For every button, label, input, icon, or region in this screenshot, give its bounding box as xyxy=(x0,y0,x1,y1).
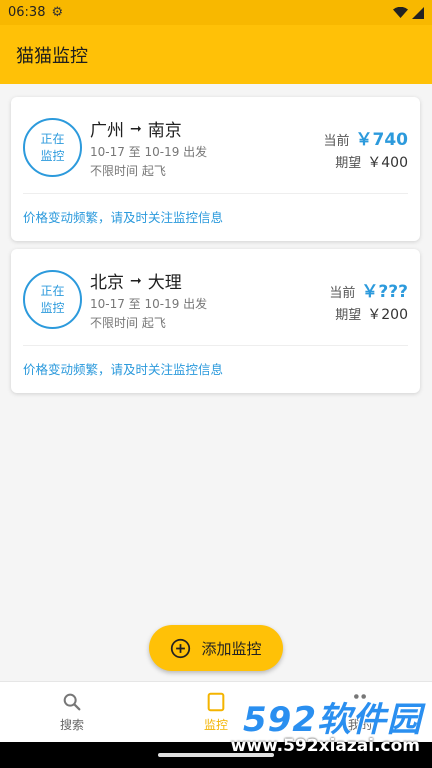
expected-price-label: 期望 xyxy=(335,156,362,171)
current-price-label: 当前 xyxy=(323,134,350,149)
wifi-icon xyxy=(393,6,408,18)
monitor-card[interactable]: 正在 监控 广州 ➞ 南京 10-17 至 10-19 出发 不限时间 起飞 当… xyxy=(11,97,420,241)
current-price: ￥740 xyxy=(355,130,409,150)
divider xyxy=(23,345,408,346)
current-price-row: 当前 ￥740 xyxy=(323,125,408,150)
status-indicators xyxy=(393,6,424,19)
app-title: 猫猫监控 xyxy=(16,45,88,67)
arrow-right-icon: ➞ xyxy=(130,272,142,289)
route: 北京 ➞ 大理 xyxy=(90,268,182,294)
route-from: 广州 xyxy=(90,121,124,141)
expected-price-row: 期望 ￥400 xyxy=(335,152,408,172)
date-range: 10-17 至 10-19 出发 xyxy=(90,145,208,159)
monitor-status-badge: 正在 监控 xyxy=(23,118,82,177)
nav-label-profile: 我的 xyxy=(347,718,372,732)
current-price-row: 当前 ￥??? xyxy=(329,277,408,302)
arrow-right-icon: ➞ xyxy=(130,120,142,137)
monitor-card[interactable]: 正在 监控 北京 ➞ 大理 10-17 至 10-19 出发 不限时间 起飞 当… xyxy=(11,249,420,393)
price-notice: 价格变动频繁，请及时关注监控信息 xyxy=(23,362,224,377)
divider xyxy=(23,193,408,194)
bottom-nav: 搜索 监控 我的 xyxy=(0,681,432,742)
monitor-icon xyxy=(207,692,225,712)
status-bar: 06:38 ⚙ xyxy=(0,0,432,25)
price-notice: 价格变动频繁，请及时关注监控信息 xyxy=(23,210,224,225)
signal-icon xyxy=(412,6,424,19)
expected-price: ￥200 xyxy=(367,307,408,323)
nav-label-monitor: 监控 xyxy=(203,718,228,732)
expected-price: ￥400 xyxy=(367,155,408,171)
date-range: 10-17 至 10-19 出发 xyxy=(90,297,208,311)
nav-item-monitor[interactable]: 监控 xyxy=(144,682,288,742)
time-range: 不限时间 起飞 xyxy=(90,164,166,178)
route-to: 南京 xyxy=(147,121,182,141)
time-range: 不限时间 起飞 xyxy=(90,316,166,330)
gesture-handle[interactable] xyxy=(158,753,274,757)
monitor-status-badge: 正在 监控 xyxy=(23,270,82,329)
status-time: 06:38 xyxy=(8,5,46,20)
add-monitor-label: 添加监控 xyxy=(201,639,262,658)
status-text-line2: 监控 xyxy=(40,148,65,163)
route-to: 大理 xyxy=(147,273,182,293)
app-bar: 猫猫监控 xyxy=(0,25,432,84)
gear-icon: ⚙ xyxy=(51,5,64,20)
expected-price-row: 期望 ￥200 xyxy=(335,304,408,324)
status-text-line1: 正在 xyxy=(40,131,65,146)
status-text-line2: 监控 xyxy=(40,300,65,315)
search-icon xyxy=(63,693,81,711)
route: 广州 ➞ 南京 xyxy=(90,116,182,142)
add-monitor-button[interactable]: 添加监控 xyxy=(149,625,283,671)
status-text-line1: 正在 xyxy=(40,283,65,298)
system-gesture-bar xyxy=(0,742,432,768)
nav-item-profile[interactable]: 我的 xyxy=(288,682,432,742)
current-price: ￥??? xyxy=(361,282,408,302)
expected-price-label: 期望 xyxy=(335,308,362,323)
route-from: 北京 xyxy=(90,273,124,293)
nav-label-search: 搜索 xyxy=(59,718,84,732)
more-icon xyxy=(354,694,366,699)
current-price-label: 当前 xyxy=(329,286,356,301)
add-circle-icon xyxy=(171,638,191,658)
nav-item-search[interactable]: 搜索 xyxy=(0,682,144,742)
